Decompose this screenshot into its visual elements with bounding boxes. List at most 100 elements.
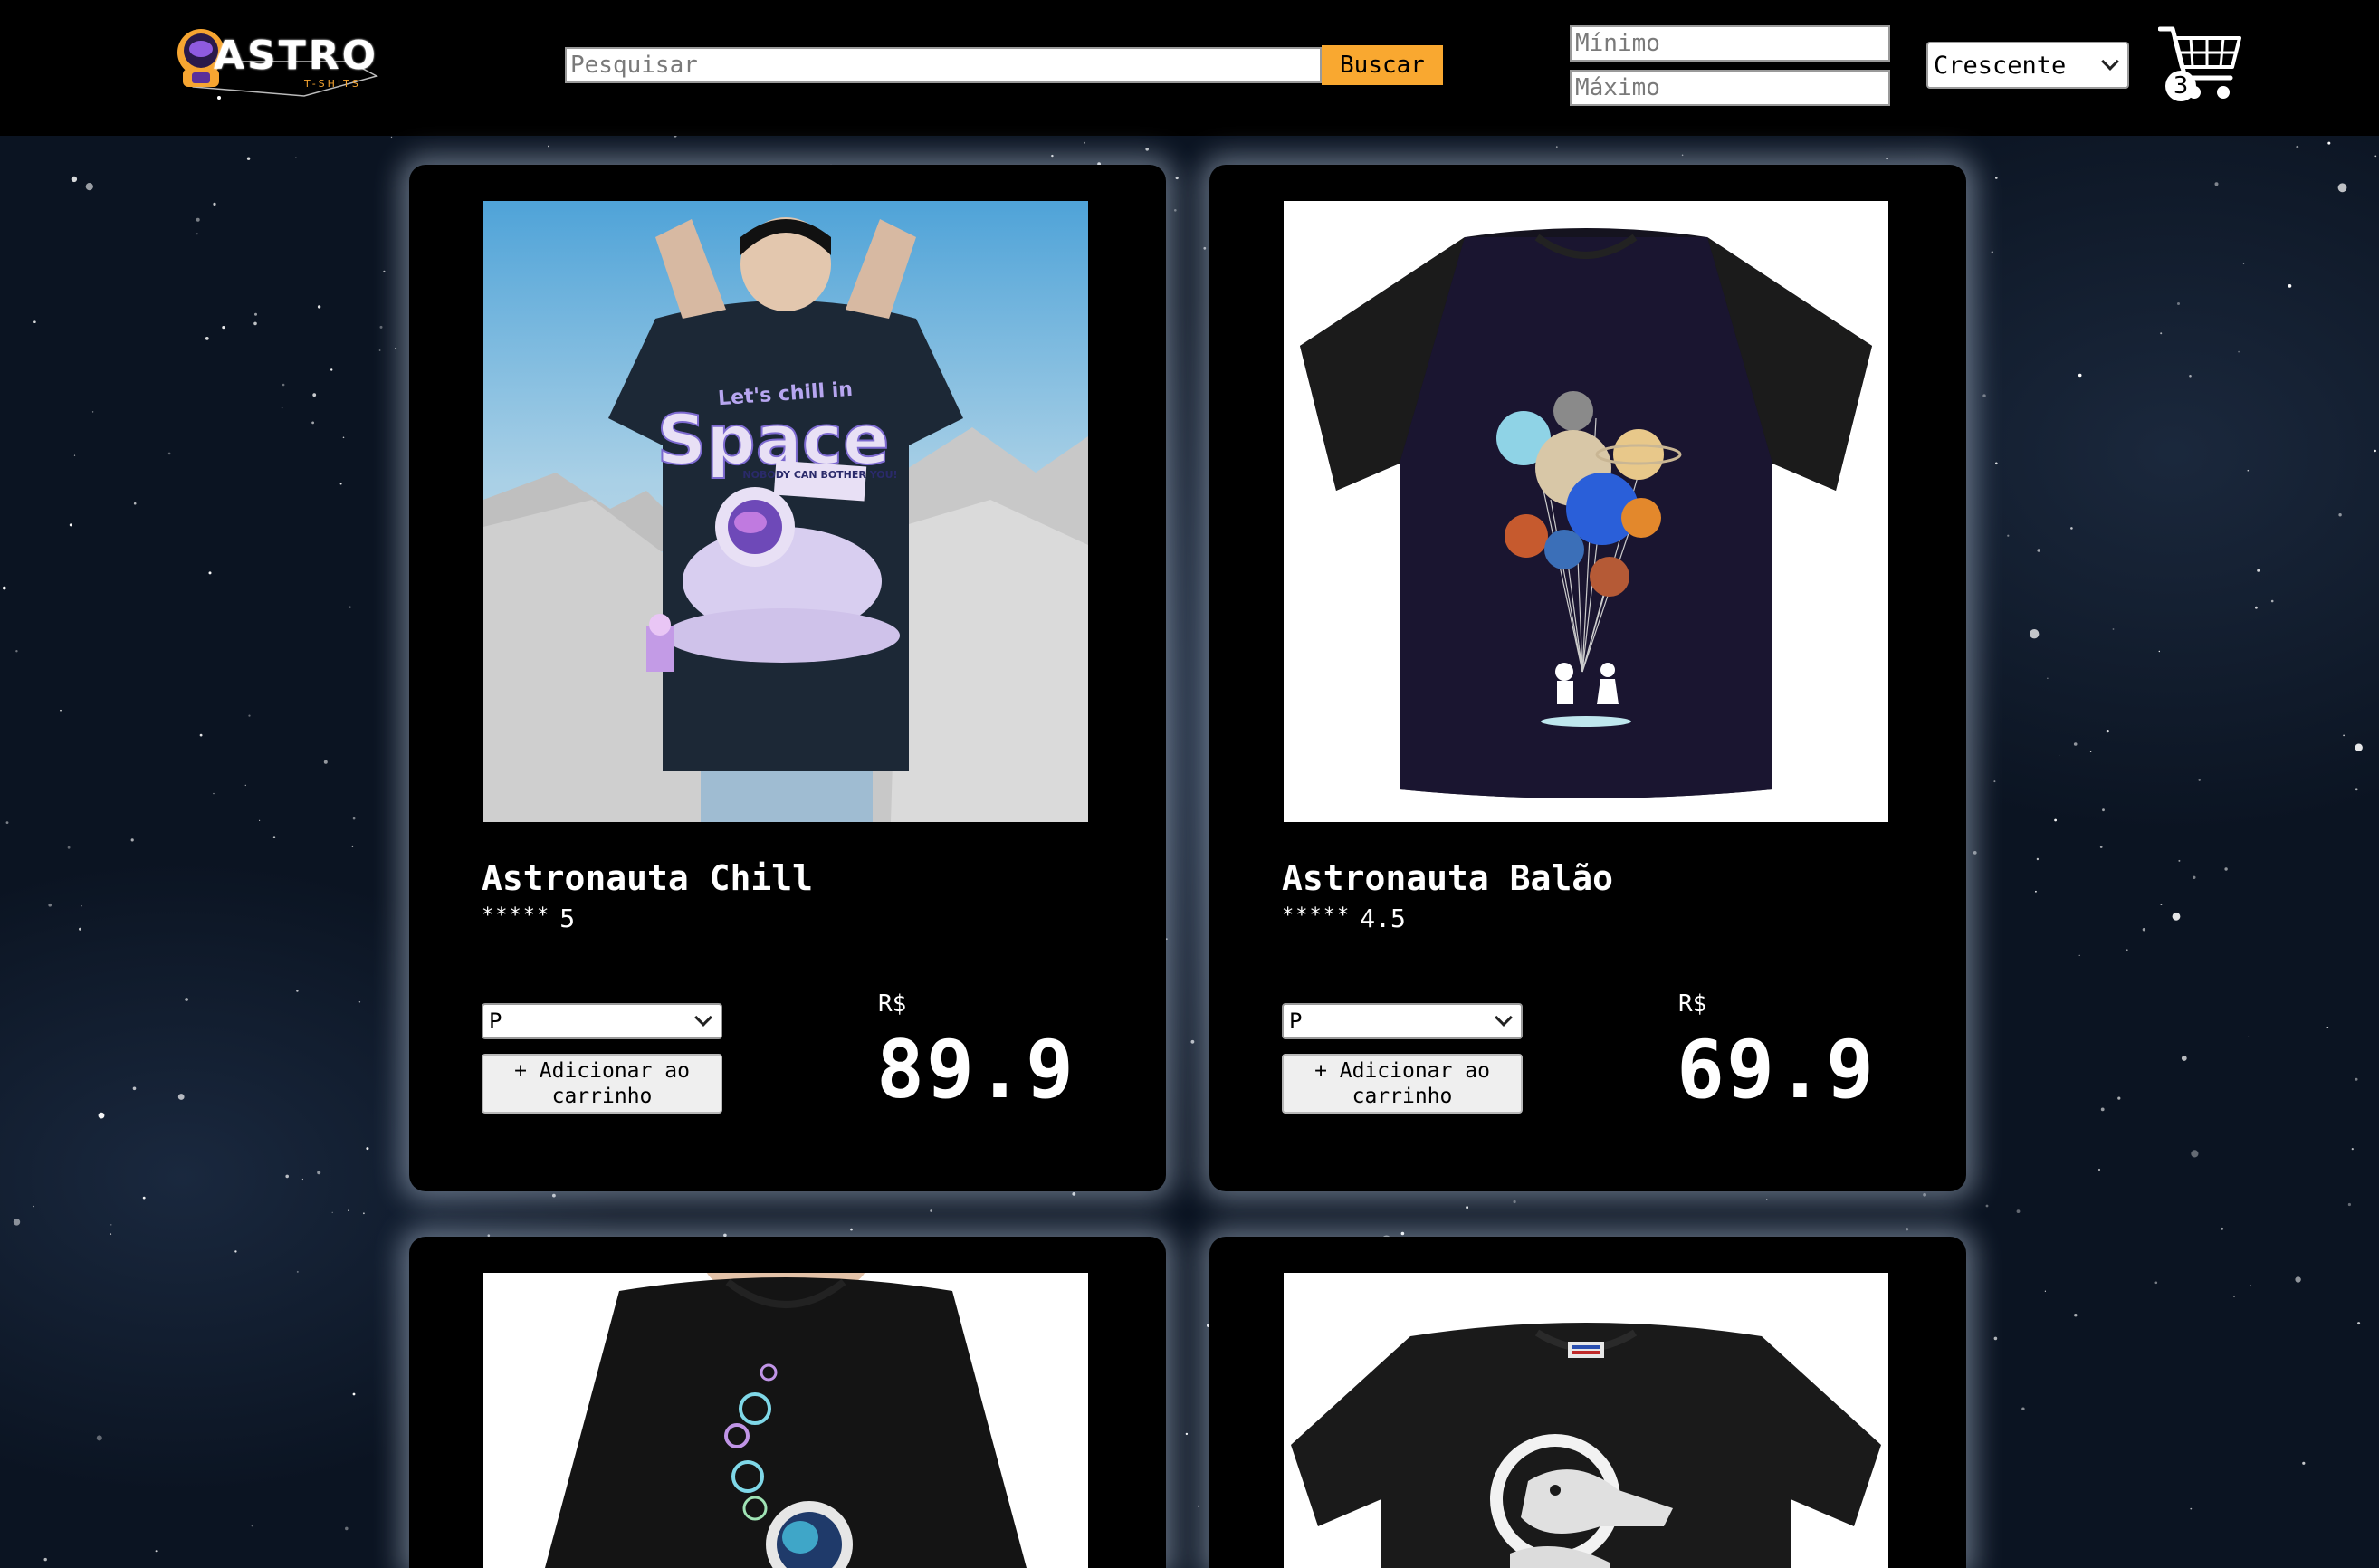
star bbox=[2224, 867, 2228, 871]
star bbox=[383, 270, 386, 272]
product-image[interactable] bbox=[483, 1273, 1088, 1568]
star bbox=[79, 927, 81, 931]
star bbox=[342, 436, 345, 439]
product-name: Astronauta Balão bbox=[1282, 858, 1614, 898]
star bbox=[1982, 394, 1986, 397]
star bbox=[2374, 155, 2377, 158]
star bbox=[323, 760, 328, 764]
star bbox=[1973, 851, 1977, 855]
search-input[interactable] bbox=[565, 47, 1322, 83]
star bbox=[2351, 1148, 2354, 1151]
star bbox=[390, 136, 393, 139]
product-card bbox=[409, 1237, 1166, 1568]
star bbox=[2177, 302, 2180, 305]
star bbox=[1681, 154, 1684, 157]
star bbox=[930, 1209, 932, 1212]
star bbox=[167, 452, 171, 455]
star bbox=[69, 523, 72, 527]
star bbox=[296, 1270, 299, 1273]
star bbox=[2193, 875, 2196, 879]
star bbox=[2242, 263, 2245, 265]
logo[interactable]: ASTRO T-SHITS bbox=[168, 16, 386, 107]
star bbox=[15, 650, 18, 653]
product-image[interactable] bbox=[1284, 201, 1888, 822]
star bbox=[185, 998, 189, 1001]
star bbox=[2238, 350, 2240, 353]
chevron-down-icon bbox=[694, 1009, 712, 1027]
size-select[interactable]: P bbox=[1282, 1003, 1523, 1039]
star bbox=[2302, 1461, 2306, 1465]
add-to-cart-button[interactable]: + Adicionar ao carrinho bbox=[482, 1054, 722, 1114]
star bbox=[2247, 469, 2250, 472]
star bbox=[2117, 1096, 2121, 1100]
star bbox=[33, 320, 36, 324]
star bbox=[2178, 859, 2181, 862]
size-select-value: P bbox=[489, 1009, 502, 1034]
star bbox=[2191, 1150, 2199, 1158]
star bbox=[2327, 141, 2331, 145]
rating-value: 5 bbox=[559, 904, 576, 933]
product-image[interactable] bbox=[1284, 1273, 1888, 1568]
star bbox=[2142, 928, 2146, 932]
sort-select[interactable]: Crescente bbox=[1926, 42, 2129, 89]
star bbox=[13, 1219, 21, 1226]
star bbox=[2326, 1027, 2329, 1028]
star bbox=[2172, 912, 2181, 921]
star bbox=[2355, 1077, 2358, 1081]
star bbox=[205, 337, 209, 340]
star bbox=[2073, 742, 2078, 746]
star bbox=[222, 326, 225, 330]
star bbox=[248, 714, 251, 717]
product-price: 69.9 bbox=[1677, 1023, 1876, 1116]
max-price-input[interactable] bbox=[1570, 70, 1890, 106]
star bbox=[1185, 1432, 1189, 1436]
star bbox=[2044, 1290, 2046, 1292]
star bbox=[177, 1094, 185, 1100]
add-to-cart-button[interactable]: + Adicionar ao carrinho bbox=[1282, 1054, 1523, 1114]
star bbox=[379, 325, 383, 329]
sort-select-value: Crescente bbox=[1934, 51, 2067, 80]
star bbox=[366, 1147, 369, 1151]
product-image[interactable]: Let's chill in Space NOBODY CAN BOTHER Y… bbox=[483, 201, 1088, 822]
logo-subtitle: T-SHITS bbox=[304, 78, 361, 90]
star bbox=[317, 1171, 321, 1175]
star bbox=[1995, 462, 1998, 465]
star bbox=[2189, 375, 2192, 378]
star bbox=[253, 321, 257, 326]
search-button[interactable]: Buscar bbox=[1322, 45, 1443, 85]
star bbox=[1072, 1192, 1076, 1196]
star bbox=[251, 1525, 253, 1527]
star bbox=[330, 368, 333, 371]
currency-label: R$ bbox=[878, 990, 907, 1018]
star bbox=[2343, 734, 2346, 737]
star bbox=[2112, 628, 2115, 630]
star bbox=[349, 606, 351, 608]
star bbox=[1923, 1192, 1927, 1197]
star bbox=[2007, 534, 2010, 537]
star bbox=[2030, 629, 2040, 639]
star bbox=[1993, 780, 1996, 783]
star bbox=[312, 393, 317, 397]
star bbox=[2078, 954, 2080, 956]
star bbox=[1466, 1206, 1468, 1209]
star bbox=[1906, 1228, 1909, 1231]
star bbox=[2078, 373, 2082, 378]
star bbox=[345, 1526, 349, 1531]
star bbox=[2036, 857, 2040, 861]
star bbox=[317, 305, 321, 309]
star bbox=[213, 792, 215, 795]
star bbox=[2158, 650, 2160, 653]
star bbox=[1985, 1204, 1989, 1208]
star bbox=[1203, 246, 1207, 250]
star bbox=[1051, 154, 1054, 158]
star bbox=[2102, 808, 2105, 812]
star bbox=[2357, 1322, 2361, 1325]
star bbox=[2355, 788, 2358, 791]
min-price-input[interactable] bbox=[1570, 25, 1890, 62]
star bbox=[1175, 176, 1179, 180]
rating-value: 4.5 bbox=[1360, 904, 1406, 933]
size-select[interactable]: P bbox=[482, 1003, 722, 1039]
star bbox=[339, 483, 342, 485]
star bbox=[2338, 513, 2342, 517]
star bbox=[2099, 846, 2103, 848]
